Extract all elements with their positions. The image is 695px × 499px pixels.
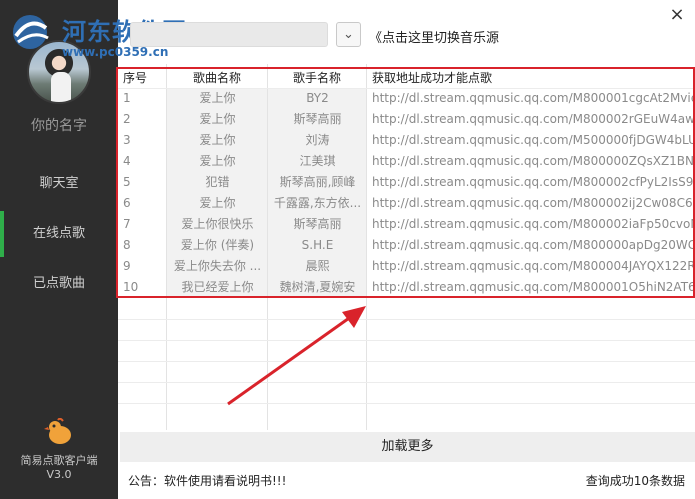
version-label: V3.0 [46,468,72,481]
watermark-logo-icon [13,15,49,49]
chevron-down-icon[interactable]: ⌄ [336,22,361,47]
row-divider [118,340,695,341]
table-row[interactable]: 1 爱上你 BY2 http://dl.stream.qqmusic.qq.com/M… [118,88,695,109]
cell-song: 爱上你 [199,196,236,210]
row-divider [118,382,695,383]
switch-source-hint: 《点击这里切换音乐源 [369,31,500,46]
table-header: 序号 歌曲名称 歌手名称 获取地址成功才能点歌 [118,68,695,88]
cell-url: http://dl.stream.qqmusic.qq.com/M800000a… [372,238,694,252]
cell-song: 爱上你 (伴奏) [180,238,255,252]
table-row[interactable]: 9 爱上你失去你 ... 晨熙 http://dl.stream.qqmusic.qq… [118,256,695,277]
cell-index: 9 [123,259,131,273]
notice-text: 公告：软件使用请看说明书!!! [128,474,287,488]
table-row[interactable]: 4 爱上你 江美琪 http://dl.stream.qqmusic.qq.com/M… [118,151,695,172]
table-row[interactable]: 10 我已经爱上你 魏树清,夏婉安 http://dl.stream.qqmusic.… [118,277,695,298]
cell-index: 7 [123,217,131,231]
annotation-arrow-icon [227,306,366,406]
sidebar-item-chatroom[interactable]: 聊天室 [0,161,118,207]
cell-singer: 千露露,东方依... [273,196,362,210]
cell-singer: 晨熙 [305,259,330,273]
cell-singer: 斯琴高丽 [293,217,342,231]
cell-song: 爱上你 [199,133,236,147]
cell-url: http://dl.stream.qqmusic.qq.com/M800002r… [372,112,694,126]
cell-song: 我已经爱上你 [181,280,254,294]
cell-index: 1 [123,91,131,105]
brand-block: 简易点歌客户端 V3.0 [0,454,118,482]
cell-song: 爱上你很快乐 [181,217,254,231]
cell-index: 4 [123,154,131,168]
table-row[interactable]: 2 爱上你 斯琴高丽 http://dl.stream.qqmusic.qq.com/… [118,109,695,130]
cell-index: 3 [123,133,131,147]
header-url[interactable]: 获取地址成功才能点歌 [372,68,492,88]
close-icon[interactable]: × [666,4,688,26]
sidebar: 你的名字 聊天室 在线点歌 已点歌曲 简易点歌客户端 V3.0 [0,0,118,499]
cell-url: http://dl.stream.qqmusic.qq.com/M800002c… [372,175,694,189]
bird-logo-icon [44,418,71,444]
cell-url: http://dl.stream.qqmusic.qq.com/M800001O… [372,280,694,294]
row-divider [118,361,695,362]
cell-singer: 刘涛 [305,133,330,147]
cell-url: http://dl.stream.qqmusic.qq.com/M800004J… [372,259,694,273]
table-row[interactable]: 7 爱上你很快乐 斯琴高丽 http://dl.stream.qqmusic.qq.c… [118,214,695,235]
table-row[interactable]: 8 爱上你 (伴奏) S.H.E http://dl.stream.qqmusic.q… [118,235,695,256]
cell-singer: 魏树清,夏婉安 [279,280,356,294]
status-text: 查询成功10条数据 [585,474,685,488]
cell-url: http://dl.stream.qqmusic.qq.com/M800001c… [372,91,694,105]
cell-song: 爱上你 [199,91,236,105]
cell-singer: S.H.E [301,238,334,252]
music-source-select[interactable] [130,22,328,47]
cell-index: 10 [123,280,139,294]
cell-singer: 斯琴高丽,顾峰 [279,175,356,189]
cell-singer: 斯琴高丽 [293,112,342,126]
username: 你的名字 [31,118,87,134]
cell-index: 8 [123,238,131,252]
row-divider [118,319,695,320]
header-song[interactable]: 歌曲名称 [193,68,241,88]
cell-url: http://dl.stream.qqmusic.qq.com/M800002i… [372,217,694,231]
cell-url: http://dl.stream.qqmusic.qq.com/M800000Z… [372,154,694,168]
table-row[interactable]: 5 犯错 斯琴高丽,顾峰 http://dl.stream.qqmusic.qq.co… [118,172,695,193]
sidebar-item-online-request[interactable]: 在线点歌 [0,211,118,257]
song-table: 序号 歌曲名称 歌手名称 获取地址成功才能点歌 1 爱上你 BY2 http://dl… [118,64,695,430]
cell-singer: BY2 [306,91,329,105]
cell-song: 爱上你失去你 ... [173,259,262,273]
watermark-url: www.pc0359.cn [62,45,169,59]
sidebar-item-requested-songs[interactable]: 已点歌曲 [0,261,118,307]
table-row[interactable]: 3 爱上你 刘涛 http://dl.stream.qqmusic.qq.com/M5… [118,130,695,151]
cell-url: http://dl.stream.qqmusic.qq.com/M500000f… [372,133,694,147]
cell-song: 爱上你 [199,154,236,168]
row-divider [118,403,695,404]
header-singer[interactable]: 歌手名称 [293,68,341,88]
cell-index: 5 [123,175,131,189]
cell-index: 6 [123,196,131,210]
table-row[interactable]: 6 爱上你 千露露,东方依... http://dl.stream.qqmusic.q… [118,193,695,214]
cell-url: http://dl.stream.qqmusic.qq.com/M800002i… [372,196,694,210]
brand-name: 简易点歌客户端 [20,454,98,467]
cell-singer: 江美琪 [299,154,336,168]
load-more-button[interactable]: 加载更多 [120,432,695,462]
cell-index: 2 [123,112,131,126]
cell-song: 犯错 [205,175,230,189]
cell-song: 爱上你 [199,112,236,126]
header-index[interactable]: 序号 [123,68,147,88]
